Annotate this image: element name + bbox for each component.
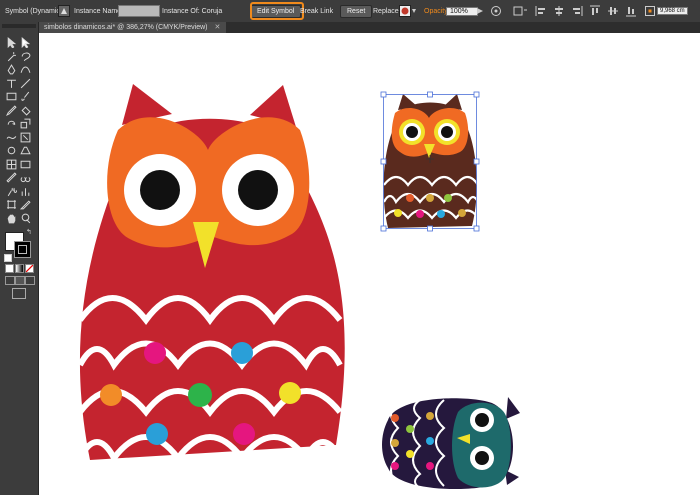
symbol-sprayer-icon[interactable] (6, 184, 18, 196)
line-tool-icon[interactable] (20, 76, 32, 88)
selection-tool-icon[interactable] (6, 35, 18, 49)
draw-behind-icon[interactable] (15, 276, 25, 285)
pen-tool-icon[interactable] (6, 62, 18, 75)
gradient-mode-icon[interactable] (15, 264, 24, 273)
opacity-input[interactable]: 100% (446, 6, 478, 16)
mode-label: Symbol (Dynamic) (5, 7, 63, 15)
shape-builder-icon[interactable] (6, 143, 18, 155)
align-center-icon[interactable] (553, 0, 565, 22)
magic-wand-icon[interactable] (6, 49, 18, 61)
navy-owl-symbol-instance[interactable] (382, 397, 520, 490)
eraser-icon[interactable] (20, 103, 32, 116)
width-input[interactable]: 9,968 cm (657, 7, 688, 15)
reference-point-icon[interactable] (645, 0, 655, 22)
direct-selection-tool-icon[interactable] (20, 35, 32, 49)
draw-normal-icon[interactable] (5, 276, 15, 285)
symbol-icon[interactable] (58, 0, 70, 22)
swap-fill-stroke-icon[interactable]: ↰ (26, 228, 32, 236)
slice-tool-icon[interactable] (19, 197, 32, 210)
blend-tool-icon[interactable] (20, 170, 32, 183)
reset-button[interactable]: Reset (340, 4, 373, 18)
width-field-wrap: 9,968 cm (657, 0, 688, 22)
reset-wrap: Reset (340, 0, 373, 22)
control-bar: Symbol (Dynamic) Instance Name: Instance… (0, 0, 700, 23)
replace-swatch[interactable] (399, 0, 417, 22)
perspective-icon[interactable] (20, 143, 32, 155)
column-graph-icon[interactable] (20, 184, 32, 196)
recolor-icon[interactable] (490, 0, 502, 22)
document-tab-bar: simbolos dinamicos.ai* @ 386,27% (CMYK/P… (38, 22, 700, 33)
opacity-arrow-icon[interactable] (476, 0, 484, 22)
mesh-tool-icon[interactable] (6, 157, 18, 169)
large-owl-symbol-instance[interactable] (77, 84, 345, 464)
artwork (77, 84, 520, 490)
instance-name-input[interactable] (118, 5, 160, 17)
align-bottom-icon[interactable] (625, 0, 637, 22)
type-tool-icon[interactable] (6, 76, 18, 88)
align-right-icon[interactable] (571, 0, 583, 22)
document-tab[interactable]: simbolos dinamicos.ai* @ 386,27% (CMYK/P… (38, 22, 227, 33)
close-icon[interactable]: ✕ (214, 24, 220, 31)
draw-inside-icon[interactable] (25, 276, 35, 285)
align-middle-icon[interactable] (607, 0, 619, 22)
break-link-label[interactable]: Break Link (300, 0, 333, 22)
curvature-icon[interactable] (20, 62, 32, 73)
zoom-tool-icon[interactable] (20, 211, 32, 223)
replace-label: Replace: (373, 7, 401, 15)
scale-tool-icon[interactable] (20, 116, 32, 129)
artboard-tool-icon[interactable] (6, 197, 18, 209)
none-mode-icon[interactable] (25, 264, 34, 273)
rotate-tool-icon[interactable] (6, 116, 18, 126)
warp-tool-icon[interactable] (6, 130, 18, 140)
default-colors-icon[interactable] (4, 254, 12, 262)
paintbrush-icon[interactable] (20, 89, 32, 101)
gradient-tool-icon[interactable] (20, 157, 32, 168)
instance-of-label: Instance Of: Coruja (162, 7, 223, 15)
small-owl-symbol-instance[interactable] (380, 91, 480, 232)
edit-symbol-highlight (250, 2, 304, 20)
stroke-swatch[interactable] (14, 241, 31, 258)
artboard-canvas[interactable] (39, 33, 700, 495)
align-top-icon[interactable] (589, 0, 601, 22)
color-mode-icon[interactable] (5, 264, 14, 273)
hand-tool-icon[interactable] (6, 211, 18, 223)
pencil-icon[interactable] (5, 103, 18, 116)
instance-name-label: Instance Name: (74, 7, 124, 15)
free-transform-icon[interactable] (20, 130, 32, 142)
eyedropper-icon[interactable] (6, 170, 18, 183)
rectangle-tool-icon[interactable] (6, 89, 18, 101)
align-left-icon[interactable] (535, 0, 547, 22)
transform-icon[interactable] (512, 0, 528, 22)
screen-mode-icon[interactable] (12, 288, 26, 299)
opacity-field-wrap: 100% (446, 0, 478, 22)
tools-panel: ↰ (0, 22, 39, 495)
document-tab-title: simbolos dinamicos.ai* @ 386,27% (CMYK/P… (44, 24, 208, 31)
instance-name-input-wrap (118, 0, 160, 22)
lasso-icon[interactable] (20, 49, 32, 61)
